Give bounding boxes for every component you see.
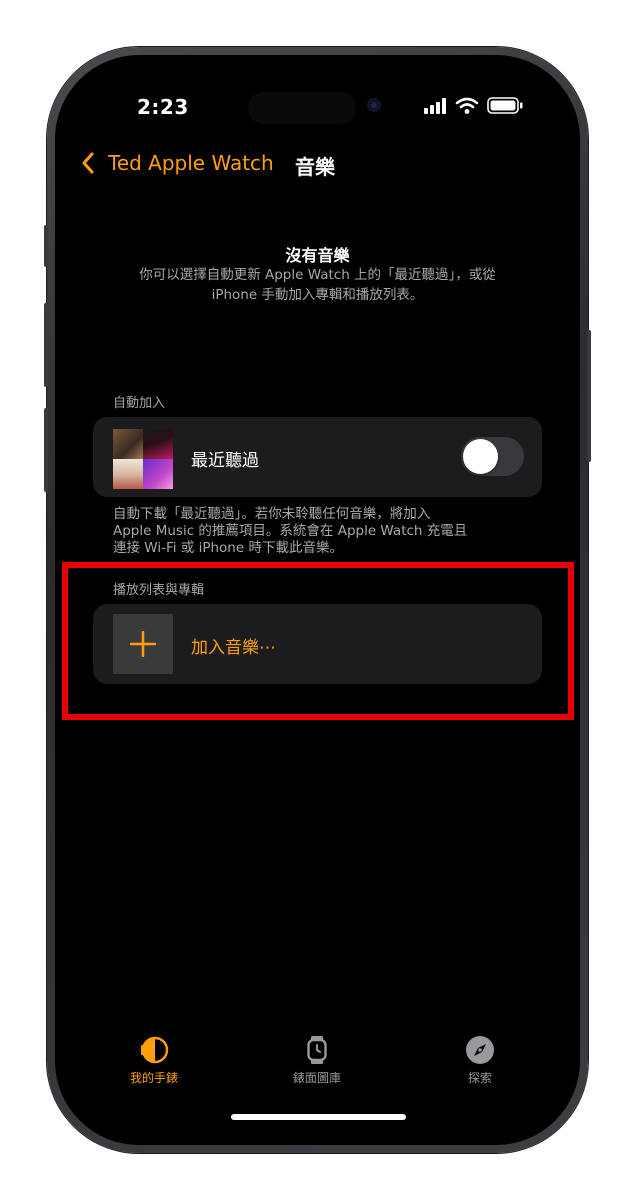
chevron-left-icon [82, 152, 94, 174]
back-button-label: Ted Apple Watch [108, 151, 274, 175]
page-title: 音樂 [295, 155, 335, 179]
back-button[interactable]: Ted Apple Watch [81, 151, 274, 175]
front-camera [367, 98, 381, 112]
watch-side-icon [141, 1036, 169, 1064]
tab-face-gallery-label: 錶面圖庫 [292, 1071, 341, 1085]
compass-icon [466, 1036, 494, 1064]
battery-icon [487, 97, 523, 114]
album-art-2 [143, 429, 173, 459]
status-time: 2:23 [137, 95, 189, 119]
empty-state-description-line-1: 你可以選擇自動更新 Apple Watch 上的「最近聽過」，或從 [139, 267, 496, 283]
recently-played-row[interactable]: 最近聽過 [93, 417, 542, 497]
empty-state-description-line-2: iPhone 手動加入專輯和播放列表。 [211, 287, 424, 303]
auto-add-footnote-line-3: 連接 Wi-Fi 或 iPhone 時下載此音樂。 [113, 540, 343, 556]
volume-down-button [44, 408, 48, 492]
home-indicator[interactable] [231, 1114, 406, 1120]
action-button [44, 225, 48, 267]
recently-played-toggle[interactable] [461, 437, 524, 476]
auto-add-section-label: 自動加入 [113, 396, 166, 411]
empty-state-description: 你可以選擇自動更新 Apple Watch 上的「最近聽過」，或從 iPhone… [55, 265, 580, 305]
dynamic-island [248, 92, 356, 124]
tab-my-watch-label: 我的手錶 [129, 1071, 178, 1085]
power-button [587, 330, 591, 462]
wifi-icon [455, 97, 479, 114]
watch-face-icon [307, 1036, 327, 1064]
recently-played-label: 最近聽過 [191, 451, 259, 471]
empty-state-title: 沒有音樂 [285, 246, 350, 265]
cellular-signal-icon [424, 98, 446, 114]
tab-face-gallery[interactable]: 錶面圖庫 [262, 1035, 372, 1086]
auto-add-footnote: 自動下載「最近聽過」。若你未聆聽任何音樂，將加入 Apple Music 的推薦… [113, 506, 533, 557]
auto-add-footnote-line-1: 自動下載「最近聽過」。若你未聆聽任何音樂，將加入 [113, 506, 431, 522]
volume-up-button [44, 303, 48, 387]
toggle-knob [463, 439, 498, 474]
album-art-1 [113, 429, 143, 459]
album-artwork-grid [113, 429, 173, 489]
auto-add-footnote-line-2: Apple Music 的推薦項目。系統會在 Apple Watch 充電且 [113, 523, 468, 539]
album-art-3 [113, 459, 143, 489]
tab-my-watch[interactable]: 我的手錶 [99, 1035, 209, 1086]
tab-discover[interactable]: 探索 [425, 1035, 535, 1086]
highlight-box [62, 562, 574, 720]
album-art-4 [143, 459, 173, 489]
tab-discover-label: 探索 [467, 1071, 492, 1085]
